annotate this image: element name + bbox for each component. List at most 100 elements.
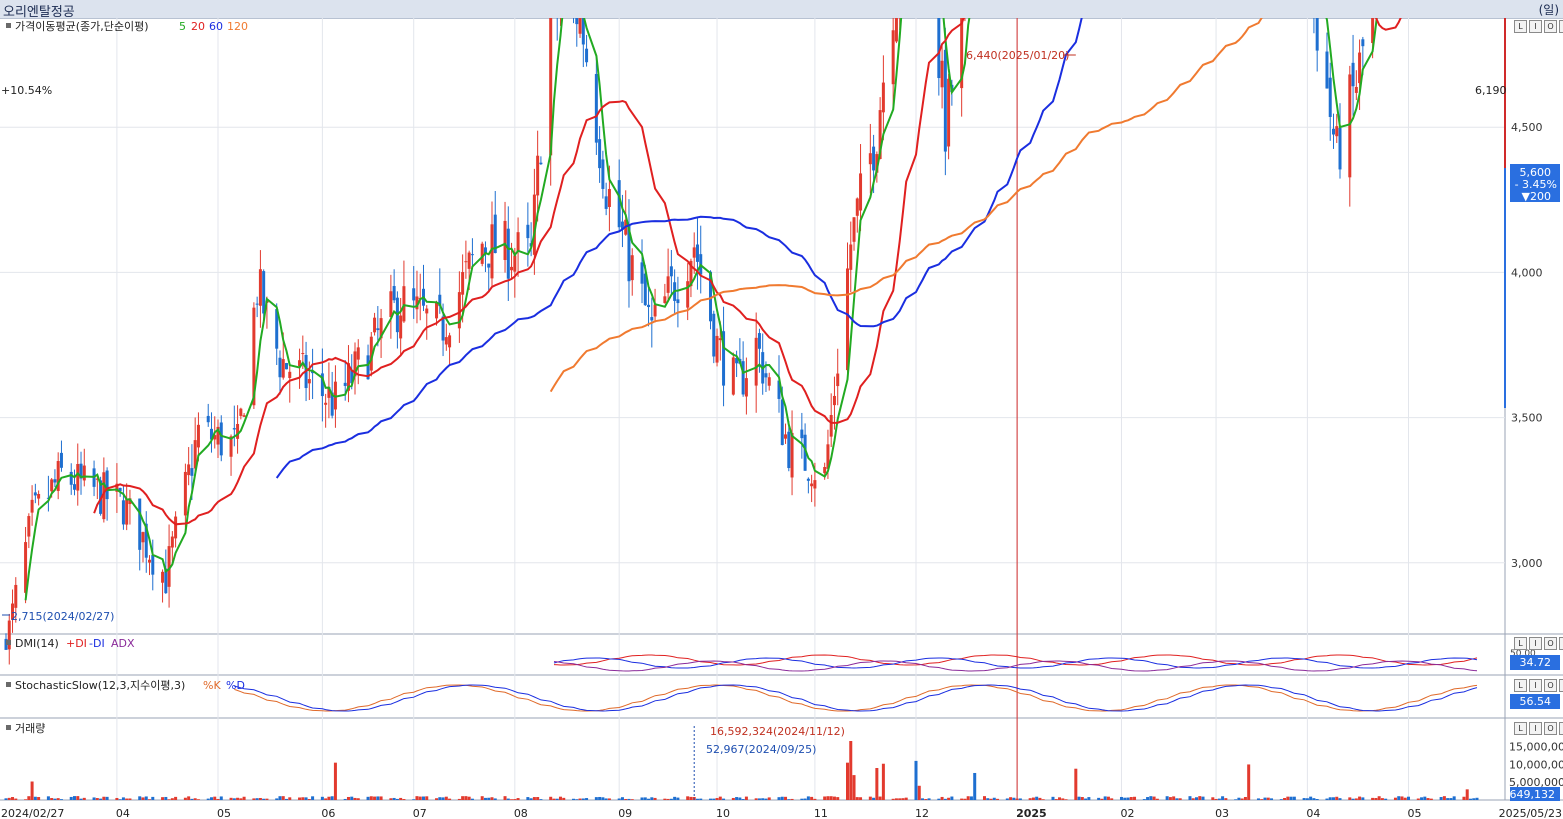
volume-bar — [754, 798, 758, 800]
candle-body — [105, 470, 109, 500]
volume-bar — [425, 796, 429, 800]
panel-log-button[interactable]: L — [1514, 722, 1527, 735]
x-start-label: 2024/02/27 — [1, 807, 64, 819]
panel-option-button[interactable]: O — [1544, 20, 1557, 33]
candle-body — [1315, 18, 1319, 51]
volume-bar — [95, 798, 99, 800]
candle-body — [849, 244, 853, 270]
volume-bar — [307, 799, 311, 800]
panel-log-button[interactable]: L — [1514, 637, 1527, 650]
panel-option-button[interactable]: O — [1544, 637, 1557, 650]
price-panel-controls: L I O × — [1514, 20, 1563, 33]
period-indicator[interactable]: (일) — [1539, 1, 1559, 18]
panel-option-button[interactable]: O — [1544, 722, 1557, 735]
candle-body — [601, 159, 605, 189]
volume-bar — [1400, 796, 1404, 800]
panel-info-button[interactable]: I — [1529, 722, 1542, 735]
volume-bar — [435, 798, 439, 800]
volume-bar — [699, 798, 703, 800]
volume-bar — [878, 796, 882, 800]
candle-body — [784, 434, 788, 439]
candle-body — [448, 335, 452, 348]
panel-log-button[interactable]: L — [1514, 20, 1527, 33]
panel-close-button[interactable]: × — [1559, 679, 1563, 692]
candle-body — [441, 316, 445, 341]
volume-bar — [1172, 796, 1176, 800]
candle-body — [1348, 74, 1352, 178]
volume-bar — [712, 798, 716, 800]
ma120-line — [549, 18, 1263, 393]
candle-body — [829, 415, 833, 437]
volume-bar — [161, 797, 165, 800]
panel-info-button[interactable]: I — [1529, 679, 1542, 692]
volume-bar — [1097, 797, 1101, 800]
volume-bar — [1061, 798, 1065, 800]
volume-bar — [1084, 798, 1088, 800]
volume-bar — [483, 797, 487, 800]
volume-bar — [1175, 798, 1179, 800]
volume-bar — [242, 796, 246, 800]
volume-bar — [924, 799, 928, 800]
volume-bar — [744, 796, 748, 800]
volume-bar — [806, 796, 810, 800]
volume-bar — [875, 768, 879, 800]
volume-bar — [1393, 797, 1397, 800]
panel-close-button[interactable]: × — [1559, 722, 1563, 735]
volume-bar — [917, 785, 921, 800]
volume-bar — [1110, 798, 1114, 800]
volume-bar — [27, 796, 31, 800]
volume-bar — [304, 797, 308, 800]
volume-bar — [79, 798, 83, 800]
volume-bar — [1224, 798, 1228, 800]
volume-bar — [320, 796, 324, 800]
volume-bar — [921, 798, 925, 800]
chart-canvas[interactable]: 3,0003,5004,0004,5005,0006,0006,50004050… — [0, 18, 1563, 819]
candle-body — [187, 464, 191, 476]
volume-bar — [803, 798, 807, 800]
volume-bar — [255, 798, 259, 800]
volume-bar — [617, 798, 621, 800]
volume-bar — [1289, 796, 1293, 800]
panel-close-button[interactable]: × — [1559, 637, 1563, 650]
candle-body — [731, 357, 735, 395]
candle-body — [206, 415, 210, 423]
volume-bar — [673, 796, 677, 800]
panel-option-button[interactable]: O — [1544, 679, 1557, 692]
candle-body — [196, 424, 200, 448]
candle-body — [76, 463, 80, 491]
candle-body — [630, 255, 634, 281]
panel-info-button[interactable]: I — [1529, 637, 1542, 650]
volume-bar — [99, 798, 103, 800]
volume-bar — [14, 798, 18, 800]
candle-body — [27, 516, 31, 537]
candle-body — [444, 337, 448, 345]
volume-bar — [448, 798, 452, 800]
volume-bar — [366, 796, 370, 800]
x-tick-label: 04 — [116, 807, 130, 819]
volume-bar — [170, 798, 174, 800]
candle-body — [536, 155, 540, 196]
volume-bar — [1133, 796, 1137, 800]
candle-body — [239, 408, 243, 416]
volume-bar — [1142, 799, 1146, 800]
volume-bar — [1028, 798, 1032, 800]
volume-bar — [695, 798, 699, 800]
volume-bar — [1221, 796, 1225, 800]
x-tick-label: 03 — [1215, 807, 1229, 819]
volume-bar — [30, 781, 34, 800]
volume-bar — [190, 798, 194, 800]
panel-close-button[interactable]: × — [1559, 20, 1563, 33]
volume-bar — [927, 798, 931, 800]
candle-body — [307, 379, 311, 384]
x-tick-label: 06 — [321, 807, 335, 819]
dmi-legend-name: DMI(14) — [15, 637, 59, 650]
volume-bar — [72, 796, 76, 800]
panel-log-button[interactable]: L — [1514, 679, 1527, 692]
panel-info-button[interactable]: I — [1529, 20, 1542, 33]
volume-bar — [650, 797, 654, 800]
volume-bar — [669, 798, 673, 800]
ma120-legend: 120 — [227, 20, 248, 33]
volume-bar — [607, 798, 611, 800]
volume-bar — [859, 797, 863, 800]
volume-bar — [1462, 796, 1466, 800]
